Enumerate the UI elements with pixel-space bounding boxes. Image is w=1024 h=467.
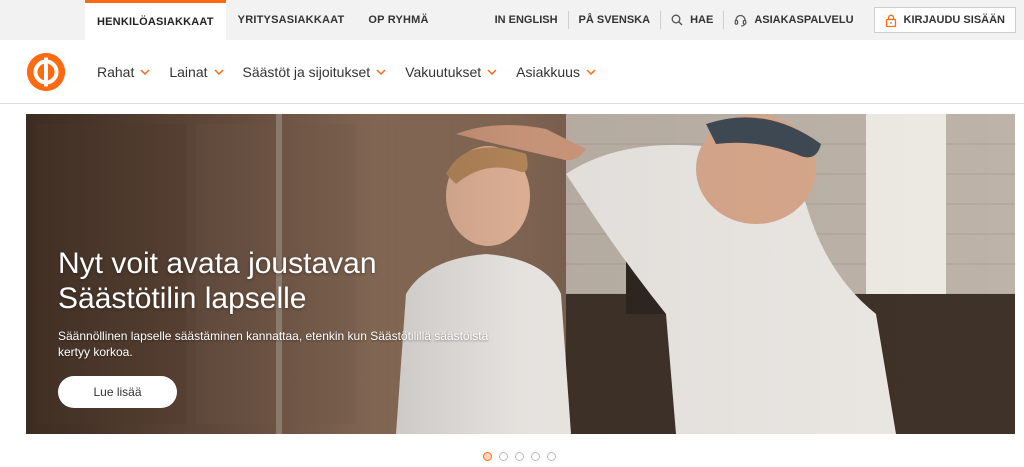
- search-link-label: HAE: [690, 14, 714, 26]
- hero-title: Nyt voit avata joustavan Säästötilin lap…: [58, 247, 377, 315]
- tab-yritysasiakkaat[interactable]: YRITYSASIAKKAAT: [226, 0, 357, 40]
- search-link[interactable]: HAE: [661, 0, 723, 40]
- english-link-label: IN ENGLISH: [494, 14, 558, 26]
- op-logo[interactable]: [27, 53, 65, 91]
- nav-item-label: Rahat: [97, 64, 135, 80]
- carousel-dot-2[interactable]: [499, 452, 508, 461]
- carousel-dot-1[interactable]: [483, 452, 492, 461]
- nav-item-label: Säästöt ja sijoitukset: [242, 64, 371, 80]
- nav-item-asiakkuus[interactable]: Asiakkuus: [516, 64, 596, 80]
- top-bar: HENKILÖASIAKKAAT YRITYSASIAKKAAT OP RYHM…: [0, 0, 1024, 40]
- login-button-label: KIRJAUDU SISÄÄN: [903, 14, 1005, 26]
- utility-links: IN ENGLISH PÅ SVENSKA HAE ASIAKASPALVELU…: [485, 0, 1024, 40]
- nav-item-label: Asiakkuus: [516, 64, 580, 80]
- support-link-label: ASIAKASPALVELU: [754, 14, 854, 26]
- login-button[interactable]: KIRJAUDU SISÄÄN: [873, 7, 1016, 33]
- swedish-link-label: PÅ SVENSKA: [578, 14, 651, 26]
- lock-icon: [885, 14, 896, 27]
- main-navigation: Rahat Lainat Säästöt ja sijoitukset Vaku…: [0, 40, 1024, 104]
- nav-item-vakuutukset[interactable]: Vakuutukset: [405, 64, 497, 80]
- nav-item-label: Vakuutukset: [405, 64, 482, 80]
- op-logo-icon: [27, 53, 65, 91]
- search-icon: [671, 14, 683, 26]
- tab-henkiloasiakkaat[interactable]: HENKILÖASIAKKAAT: [85, 0, 226, 40]
- carousel-dot-3[interactable]: [515, 452, 524, 461]
- chevron-down-icon: [586, 69, 596, 75]
- carousel-dot-5[interactable]: [547, 452, 556, 461]
- nav-item-saastot[interactable]: Säästöt ja sijoitukset: [243, 64, 387, 80]
- chevron-down-icon: [140, 69, 150, 75]
- hero-description: Säännöllinen lapselle säästäminen kannat…: [58, 329, 489, 359]
- chevron-down-icon: [376, 69, 386, 75]
- tab-op-ryhma[interactable]: OP RYHMÄ: [356, 0, 440, 40]
- swedish-link[interactable]: PÅ SVENSKA: [569, 0, 661, 40]
- english-link[interactable]: IN ENGLISH: [485, 0, 568, 40]
- hero-banner[interactable]: Nyt voit avata joustavan Säästötilin lap…: [26, 114, 1015, 434]
- carousel-dot-4[interactable]: [531, 452, 540, 461]
- read-more-button[interactable]: Lue lisää: [58, 376, 177, 408]
- support-link[interactable]: ASIAKASPALVELU: [724, 0, 863, 40]
- segment-tabs: HENKILÖASIAKKAAT YRITYSASIAKKAAT OP RYHM…: [85, 0, 441, 40]
- nav-items: Rahat Lainat Säästöt ja sijoitukset Vaku…: [97, 40, 615, 104]
- nav-item-rahat[interactable]: Rahat: [97, 64, 150, 80]
- chevron-down-icon: [213, 69, 224, 75]
- nav-item-lainat[interactable]: Lainat: [169, 64, 224, 80]
- carousel-dots: [483, 452, 563, 461]
- headset-icon: [734, 14, 747, 27]
- nav-item-label: Lainat: [169, 64, 208, 80]
- chevron-down-icon: [487, 69, 497, 75]
